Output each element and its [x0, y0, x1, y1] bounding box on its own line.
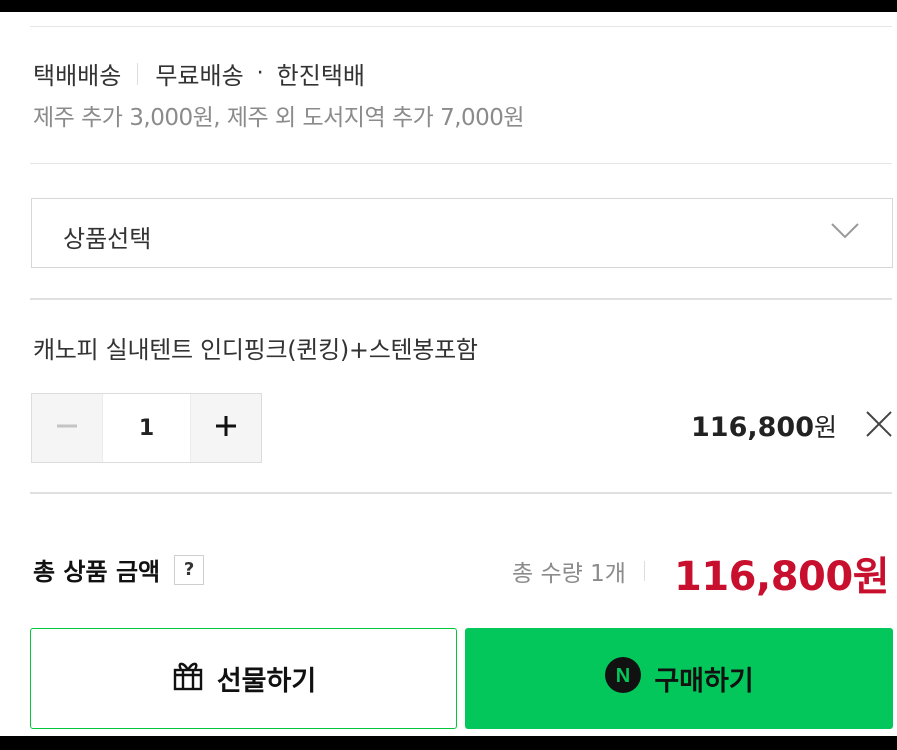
plus-icon [215, 415, 237, 441]
minus-icon [56, 415, 78, 441]
quantity-input[interactable]: 1 [102, 394, 191, 462]
product-purchase-panel: 택배배송 무료배송 · 한진택배 제주 추가 3,000원, 제주 외 도서지역… [0, 12, 897, 736]
option-select-label: 상품선택 [63, 225, 152, 253]
naver-n-letter: N [616, 665, 630, 687]
buy-button[interactable]: N 구매하기 [465, 628, 893, 729]
remove-option-button[interactable] [865, 410, 893, 438]
total-separator [643, 561, 645, 581]
shipping-info: 택배배송 무료배송 · 한진택배 [33, 56, 365, 91]
buy-button-label: 구매하기 [654, 666, 754, 697]
gift-button[interactable]: 선물하기 [30, 628, 457, 729]
option-price-value: 116,800 [691, 412, 814, 443]
shipping-divider [30, 163, 892, 164]
increase-quantity-button[interactable] [191, 394, 261, 462]
option-price: 116,800원 [691, 408, 837, 444]
close-icon [865, 411, 893, 442]
quantity-stepper: 1 [31, 393, 262, 463]
help-button[interactable]: ? [174, 554, 205, 585]
selected-option-name: 캐노피 실내텐트 인디핑크(퀸킹)+스텐봉포함 [33, 336, 478, 364]
option-select-dropdown[interactable]: 상품선택 [31, 198, 893, 268]
naver-n-icon: N [604, 656, 654, 701]
total-amount-label: 총 상품 금액 [33, 558, 161, 586]
decrease-quantity-button[interactable] [32, 394, 102, 462]
shipping-courier: 한진택배 [276, 62, 365, 90]
total-amount-label-group: 총 상품 금액 ? [33, 552, 205, 587]
gift-button-label: 선물하기 [216, 666, 317, 697]
gift-icon [171, 658, 217, 699]
shipping-method-label: 택배배송 [33, 62, 122, 90]
shipping-separator [137, 62, 139, 85]
total-quantity-text: 총 수량 1개 [512, 561, 626, 587]
shipping-extra-fee: 제주 추가 3,000원, 제주 외 도서지역 추가 7,000원 [33, 105, 525, 131]
shipping-dot: · [256, 61, 264, 86]
option-divider [30, 298, 892, 300]
top-divider [30, 26, 892, 27]
shipping-fee: 무료배송 [155, 62, 244, 90]
total-quantity: 총 수량 1개 [512, 554, 645, 588]
total-price: 116,800원 [674, 554, 890, 600]
total-divider [30, 492, 892, 494]
option-price-currency: 원 [813, 413, 837, 442]
chevron-down-icon [830, 220, 860, 244]
